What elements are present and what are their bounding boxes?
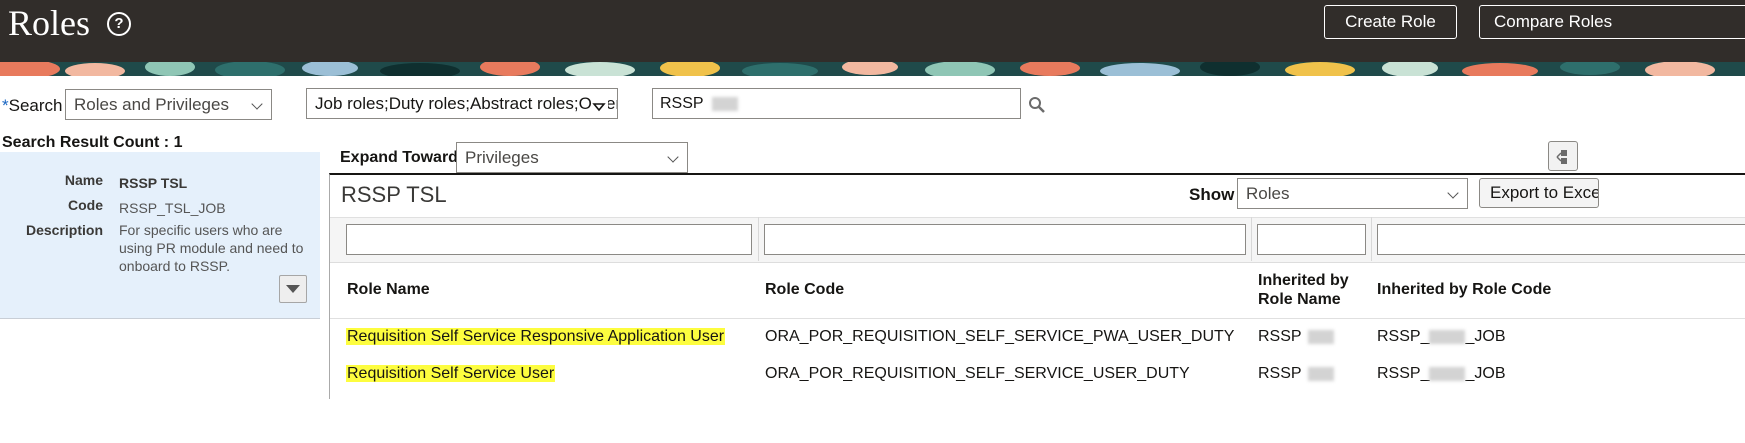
search-input[interactable]: RSSP xyxy=(652,88,1021,119)
detail-name-label: Name xyxy=(64,172,103,188)
show-value: Roles xyxy=(1246,184,1290,203)
search-type-value: Roles and Privileges xyxy=(74,95,229,114)
chevron-down-icon xyxy=(667,151,679,163)
chevron-down-icon xyxy=(251,98,263,110)
inherited-name-prefix: RSSP xyxy=(1258,365,1302,382)
page-title: Roles xyxy=(8,3,91,43)
column-header-role-code[interactable]: Role Code xyxy=(765,280,844,299)
filter-role-name-input[interactable] xyxy=(346,224,752,255)
hierarchy-view-button[interactable] xyxy=(1548,141,1578,171)
expand-details-button[interactable] xyxy=(279,275,307,303)
show-label: Show xyxy=(1189,185,1235,204)
column-divider xyxy=(1371,217,1372,261)
redacted-text xyxy=(1429,366,1466,381)
help-icon[interactable]: ? xyxy=(107,12,131,36)
detail-description-label: Description xyxy=(25,222,103,238)
decorative-banner xyxy=(0,62,1745,76)
show-select[interactable]: Roles xyxy=(1237,178,1468,209)
redacted-text xyxy=(1307,329,1334,344)
column-divider xyxy=(758,217,759,261)
table-row-1-role-name[interactable]: Requisition Self Service Responsive Appl… xyxy=(346,328,726,346)
redacted-text xyxy=(1307,366,1334,381)
column-header-role-name[interactable]: Role Name xyxy=(347,280,430,299)
results-title: RSSP TSL xyxy=(341,182,447,207)
column-header-inherited-code[interactable]: Inherited by Role Code xyxy=(1377,280,1551,299)
dropdown-funnel-icon xyxy=(592,94,608,112)
inherited-code-suffix: _JOB xyxy=(1465,328,1506,345)
role-types-select[interactable]: Job roles;Duty roles;Abstract roles;Othe… xyxy=(306,88,618,119)
expand-toward-select[interactable]: Privileges xyxy=(456,142,688,173)
redacted-text xyxy=(711,96,738,111)
table-row-2-role-code: ORA_POR_REQUISITION_SELF_SERVICE_USER_DU… xyxy=(765,365,1190,382)
column-divider xyxy=(1251,217,1252,261)
required-marker: * xyxy=(2,96,9,115)
inherited-code-suffix: _JOB xyxy=(1465,365,1506,382)
page-header: Roles ? Create Role Compare Roles xyxy=(0,0,1745,62)
detail-code-value: RSSP_TSL_JOB xyxy=(119,200,226,216)
column-header-inherited-name[interactable]: Inherited by Role Name xyxy=(1258,271,1363,309)
header-divider xyxy=(330,318,1745,319)
table-row-2-inherited-name: RSSP xyxy=(1258,365,1334,383)
banner-pattern xyxy=(0,62,1745,76)
chevron-down-icon xyxy=(1447,187,1459,199)
table-row-1-inherited-name: RSSP xyxy=(1258,328,1334,346)
filter-inherited-name-input[interactable] xyxy=(1257,224,1366,255)
search-icon[interactable] xyxy=(1028,96,1046,114)
expand-toward-value: Privileges xyxy=(465,148,539,167)
role-types-value: Job roles;Duty roles;Abstract roles;Othe… xyxy=(315,94,618,113)
search-type-select[interactable]: Roles and Privileges xyxy=(65,89,272,120)
inherited-code-prefix: RSSP_ xyxy=(1377,328,1430,345)
highlighted-role-name: Requisition Self Service User xyxy=(346,365,556,382)
filter-role-code-input[interactable] xyxy=(764,224,1246,255)
expand-toward-label: Expand Toward xyxy=(340,149,458,166)
search-label-text: Search xyxy=(8,96,63,115)
table-row-2-inherited-code: RSSP_ _JOB xyxy=(1377,365,1505,383)
export-to-excel-button[interactable]: Export to Excel xyxy=(1479,178,1599,208)
highlighted-role-name: Requisition Self Service Responsive Appl… xyxy=(346,328,726,345)
inherited-name-prefix: RSSP xyxy=(1258,328,1302,345)
detail-description-value: For specific users who are using PR modu… xyxy=(119,222,304,274)
detail-name-value: RSSP TSL xyxy=(119,175,188,191)
detail-code-label: Code xyxy=(68,197,103,213)
table-row-1-inherited-code: RSSP_ _JOB xyxy=(1377,328,1505,346)
result-count: Search Result Count : 1 xyxy=(2,134,183,151)
hierarchy-icon xyxy=(1556,150,1567,164)
search-query-value: RSSP xyxy=(660,95,704,112)
table-row-1-role-code: ORA_POR_REQUISITION_SELF_SERVICE_PWA_USE… xyxy=(765,328,1235,345)
table-row-2-role-name[interactable]: Requisition Self Service User xyxy=(346,365,556,383)
search-label: *Search xyxy=(2,96,63,116)
inherited-code-prefix: RSSP_ xyxy=(1377,365,1430,382)
filter-inherited-code-input[interactable] xyxy=(1377,224,1745,255)
compare-roles-button[interactable]: Compare Roles xyxy=(1479,5,1745,39)
redacted-text xyxy=(1429,329,1466,344)
create-role-button[interactable]: Create Role xyxy=(1324,5,1457,39)
